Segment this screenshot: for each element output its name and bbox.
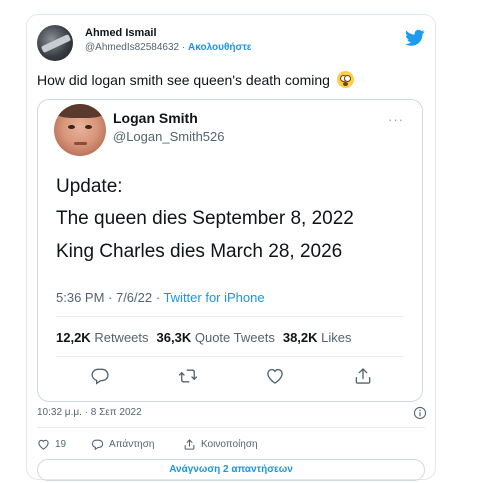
retweets-stat[interactable]: 12,2K Retweets xyxy=(56,330,149,345)
author-name[interactable]: Ahmed Ismail xyxy=(85,27,157,39)
like-button[interactable]: 19 xyxy=(37,436,66,452)
quoted-author-avatar[interactable] xyxy=(54,104,106,156)
follow-link[interactable]: Ακολουθήστε xyxy=(188,42,252,53)
share-label: Κοινοποίηση xyxy=(201,438,258,450)
share-icon xyxy=(184,438,195,450)
divider xyxy=(56,316,404,317)
twitter-bird-icon[interactable] xyxy=(405,29,425,47)
retweets-count: 12,2K xyxy=(56,330,91,345)
reply-button[interactable]: Απάντηση xyxy=(91,436,154,452)
tweet-header: Ahmed Ismail @AhmedIs82584632 · Ακολουθή… xyxy=(37,25,427,65)
heart-icon[interactable] xyxy=(263,364,287,388)
quote-tweets-label: Quote Tweets xyxy=(194,330,275,345)
separator-dot: · xyxy=(181,42,186,53)
quoted-time-date[interactable]: 5:36 PM · 7/6/22 · xyxy=(56,290,163,305)
quoted-text-line-1: Update: xyxy=(56,176,123,197)
share-button[interactable]: Κοινοποίηση xyxy=(183,436,258,452)
quoted-actions-bar xyxy=(38,364,424,388)
quoted-stats: 12,2K Retweets 36,3K Quote Tweets 38,2K Li… xyxy=(56,330,352,345)
quote-tweets-stat[interactable]: 36,3K Quote Tweets xyxy=(157,330,275,345)
more-options-icon[interactable]: ··· xyxy=(388,112,404,127)
embedded-tweet-card: Ahmed Ismail @AhmedIs82584632 · Ακολουθή… xyxy=(26,14,436,481)
quoted-text-line-2: The queen dies September 8, 2022 xyxy=(56,208,354,229)
share-icon[interactable] xyxy=(351,364,375,388)
quoted-source-link[interactable]: Twitter for iPhone xyxy=(163,290,264,305)
quoted-tweet[interactable]: Logan Smith @Logan_Smith526 ··· Update: … xyxy=(37,99,423,402)
read-replies-button[interactable]: Ανάγνωση 2 απαντήσεων xyxy=(37,459,425,481)
author-handle-line: @AhmedIs82584632 · Ακολουθήστε xyxy=(85,42,252,53)
divider xyxy=(37,427,425,428)
likes-stat[interactable]: 38,2K Likes xyxy=(283,330,352,345)
author-handle[interactable]: @AhmedIs82584632 xyxy=(85,42,179,53)
quoted-author-name[interactable]: Logan Smith xyxy=(113,110,198,126)
quote-tweets-count: 36,3K xyxy=(156,330,192,345)
quoted-meta: 5:36 PM · 7/6/22 · Twitter for iPhone xyxy=(56,290,265,305)
flushed-face-emoji-icon xyxy=(336,71,354,88)
author-avatar[interactable] xyxy=(37,25,73,61)
tweet-text-content: How did logan smith see queen's death co… xyxy=(37,72,330,88)
tweet-timestamp[interactable]: 10:32 μ.μ. · 8 Σεπ 2022 xyxy=(37,407,142,418)
quoted-author-handle[interactable]: @Logan_Smith526 xyxy=(113,129,225,144)
retweets-label: Retweets xyxy=(94,330,149,345)
likes-count: 19 xyxy=(55,438,67,450)
info-icon[interactable] xyxy=(413,406,427,420)
retweet-icon[interactable] xyxy=(176,364,200,388)
heart-icon xyxy=(38,439,49,450)
likes-count: 38,2K xyxy=(282,330,318,345)
reply-label: Απάντηση xyxy=(109,438,155,450)
reply-icon xyxy=(91,439,104,450)
divider xyxy=(56,356,404,357)
quoted-text-line-3: King Charles dies March 28, 2026 xyxy=(56,241,343,262)
likes-label: Likes xyxy=(321,330,352,345)
reply-icon[interactable] xyxy=(88,364,112,388)
tweet-text: How did logan smith see queen's death co… xyxy=(37,71,354,88)
